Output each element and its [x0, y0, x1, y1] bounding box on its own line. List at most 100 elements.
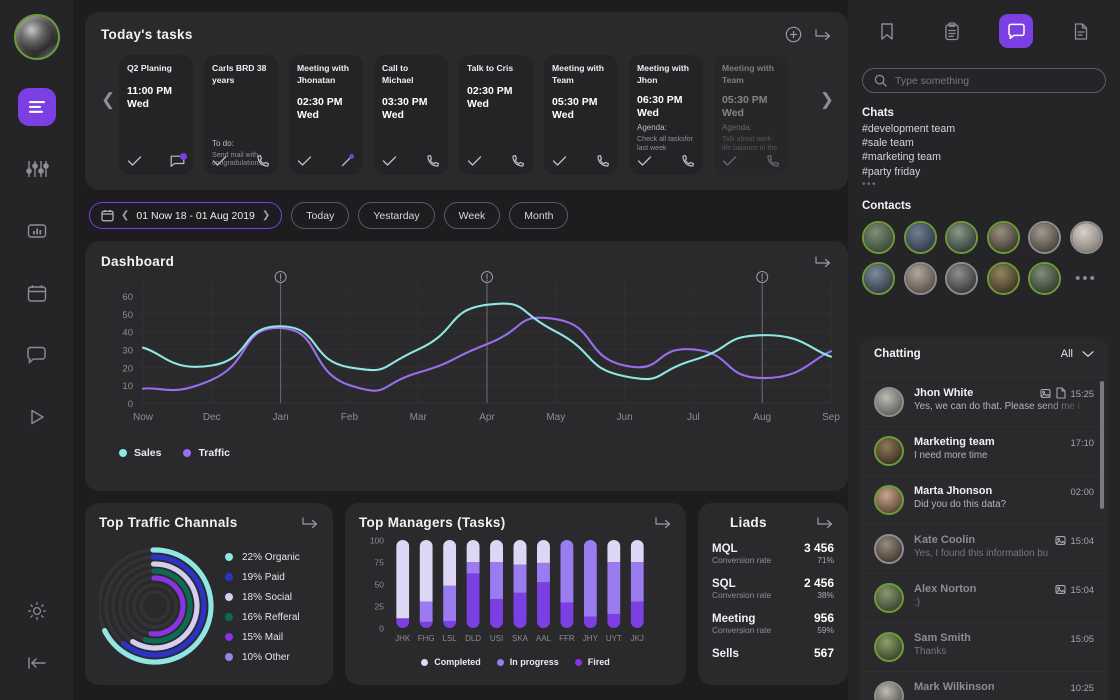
contact-avatar[interactable]: [945, 221, 978, 254]
task-call-icon[interactable]: [256, 154, 270, 168]
donut-chart[interactable]: [99, 534, 219, 674]
task-call-icon[interactable]: [766, 154, 780, 168]
task-done-icon[interactable]: [467, 155, 482, 167]
chat-list-item[interactable]: Marketing team17:10I need more time: [860, 426, 1108, 475]
tab-chat[interactable]: [999, 14, 1033, 48]
sidebar-item-menu[interactable]: [18, 88, 56, 126]
task-call-icon[interactable]: [596, 154, 610, 168]
filter-month-button[interactable]: Month: [509, 202, 568, 229]
task-call-icon[interactable]: [681, 154, 695, 168]
channel-item[interactable]: #sale team: [862, 137, 1106, 150]
expand-managers-icon[interactable]: [654, 516, 672, 529]
chat-item-meta: 15:05: [1071, 633, 1094, 644]
bar-chart[interactable]: 0255075100JHKFHGLSLDLDUSISKAAALFFRJHYUYT…: [359, 532, 653, 654]
right-tabs: [862, 14, 1106, 48]
task-card[interactable]: Meeting with Team 05:30 PMWed: [544, 55, 618, 175]
task-done-icon[interactable]: [637, 155, 652, 167]
contact-avatar[interactable]: [1070, 221, 1103, 254]
tab-tasks[interactable]: [935, 14, 969, 48]
collapse-sidebar-button[interactable]: [18, 644, 56, 682]
chatting-filter[interactable]: All: [1061, 348, 1094, 360]
expand-liads-icon[interactable]: [816, 516, 834, 529]
sidebar-item-calendar[interactable]: [18, 274, 56, 312]
task-done-icon[interactable]: [297, 155, 312, 167]
date-next-icon[interactable]: ❯: [262, 210, 270, 221]
contact-avatar[interactable]: [987, 262, 1020, 295]
sidebar-item-filters[interactable]: [18, 150, 56, 188]
play-icon: [28, 408, 46, 426]
contacts-heading: Contacts: [862, 200, 1106, 212]
chat-list-item[interactable]: Mark Wilkinson10:25: [860, 671, 1108, 700]
task-card[interactable]: Call to Michael 03:30 PMWed: [374, 55, 448, 175]
chat-item-top: Jhon White15:25: [914, 387, 1094, 399]
sidebar-item-media[interactable]: [18, 398, 56, 436]
task-call-icon[interactable]: [511, 154, 525, 168]
task-done-icon[interactable]: [127, 155, 142, 167]
contact-avatar[interactable]: [862, 262, 895, 295]
task-done-icon[interactable]: [552, 155, 567, 167]
channel-item[interactable]: #party friday: [862, 166, 1106, 179]
collapse-icon: [26, 655, 48, 671]
task-card[interactable]: Meeting with Jhon 06:30 PMWed Agenda: Ch…: [629, 55, 703, 175]
liads-rows: MQL3 456 Conversion rate71% SQL2 456 Con…: [712, 541, 834, 660]
task-done-icon[interactable]: [212, 155, 227, 167]
theme-toggle-button[interactable]: [18, 592, 56, 630]
svg-text:Dec: Dec: [203, 412, 221, 423]
contact-avatar[interactable]: [904, 262, 937, 295]
contact-avatar[interactable]: [904, 221, 937, 254]
channel-item[interactable]: #development team: [862, 123, 1106, 136]
sidebar-item-analytics[interactable]: [18, 212, 56, 250]
search-input[interactable]: [895, 75, 1094, 87]
legend-item-traffic: Traffic: [183, 447, 230, 459]
task-call-icon[interactable]: [426, 154, 440, 168]
expand-traffic-icon[interactable]: [301, 516, 319, 529]
chat-list-item[interactable]: Marta Jhonson02:00Did you do this data?: [860, 475, 1108, 524]
filter-today-button[interactable]: Today: [291, 202, 349, 229]
chat-list-item[interactable]: Sam Smith15:05Thanks: [860, 622, 1108, 671]
task-comment-icon[interactable]: [170, 154, 185, 168]
chat-list-item[interactable]: Kate Coolin15:04Yes, I found this inform…: [860, 524, 1108, 573]
channels-more-button[interactable]: •••: [862, 179, 1106, 190]
filter-week-button[interactable]: Week: [444, 202, 501, 229]
task-done-icon[interactable]: [382, 155, 397, 167]
expand-dashboard-icon[interactable]: [814, 255, 832, 268]
expand-tasks-icon[interactable]: [814, 28, 832, 41]
chat-list[interactable]: Jhon White15:25Yes, we can do that. Plea…: [860, 377, 1108, 700]
contact-avatar[interactable]: [1028, 221, 1061, 254]
date-prev-icon[interactable]: ❮: [121, 210, 129, 221]
task-card[interactable]: Q2 Planing 11:00 PMWed: [119, 55, 193, 175]
chat-item-top: Kate Coolin15:04: [914, 534, 1094, 546]
add-task-button[interactable]: [785, 26, 802, 43]
traffic-legend-item: 22% Organic: [225, 552, 300, 563]
task-card[interactable]: Meeting with Team 05:30 PMWed Agenda: Ta…: [714, 55, 788, 175]
sidebar-item-messages[interactable]: [18, 336, 56, 374]
svg-text:JKJ: JKJ: [631, 634, 644, 643]
chat-avatar: [874, 534, 904, 564]
filter-yesterday-button[interactable]: Yestarday: [358, 202, 434, 229]
liads-sub: Conversion rate: [712, 625, 771, 635]
contacts-more-button[interactable]: •••: [1070, 262, 1103, 295]
contact-avatar[interactable]: [987, 221, 1020, 254]
traffic-legend-label: 16% Refferal: [242, 612, 300, 623]
task-card[interactable]: Carls BRD 38 years To do: Send mail with…: [204, 55, 278, 175]
contact-avatar[interactable]: [1028, 262, 1061, 295]
tab-documents[interactable]: [1064, 14, 1098, 48]
task-edit-icon[interactable]: [340, 153, 355, 168]
chat-avatar: [874, 632, 904, 662]
task-card[interactable]: Meeting with Jhonatan 02:30 PMWed: [289, 55, 363, 175]
avatar[interactable]: [14, 14, 60, 60]
chat-list-item[interactable]: Jhon White15:25Yes, we can do that. Plea…: [860, 377, 1108, 426]
chat-timestamp: 15:04: [1071, 584, 1094, 595]
tab-bookmarks[interactable]: [870, 14, 904, 48]
channel-item[interactable]: #marketing team: [862, 151, 1106, 164]
contact-avatar[interactable]: [862, 221, 895, 254]
chat-scrollbar[interactable]: [1100, 381, 1104, 509]
task-done-icon[interactable]: [722, 155, 737, 167]
channel-list: #development team #sale team #marketing …: [862, 123, 1106, 190]
search-box[interactable]: [862, 68, 1106, 93]
line-chart[interactable]: 0102030405060NowDecJanFebMarAprMayJunJul…: [101, 271, 832, 446]
chat-list-item[interactable]: Alex Norton15:04:): [860, 573, 1108, 622]
date-range-picker[interactable]: ❮ 01 Now 18 - 01 Aug 2019 ❯: [89, 202, 282, 229]
task-card[interactable]: Talk to Cris 02:30 PMWed: [459, 55, 533, 175]
contact-avatar[interactable]: [945, 262, 978, 295]
